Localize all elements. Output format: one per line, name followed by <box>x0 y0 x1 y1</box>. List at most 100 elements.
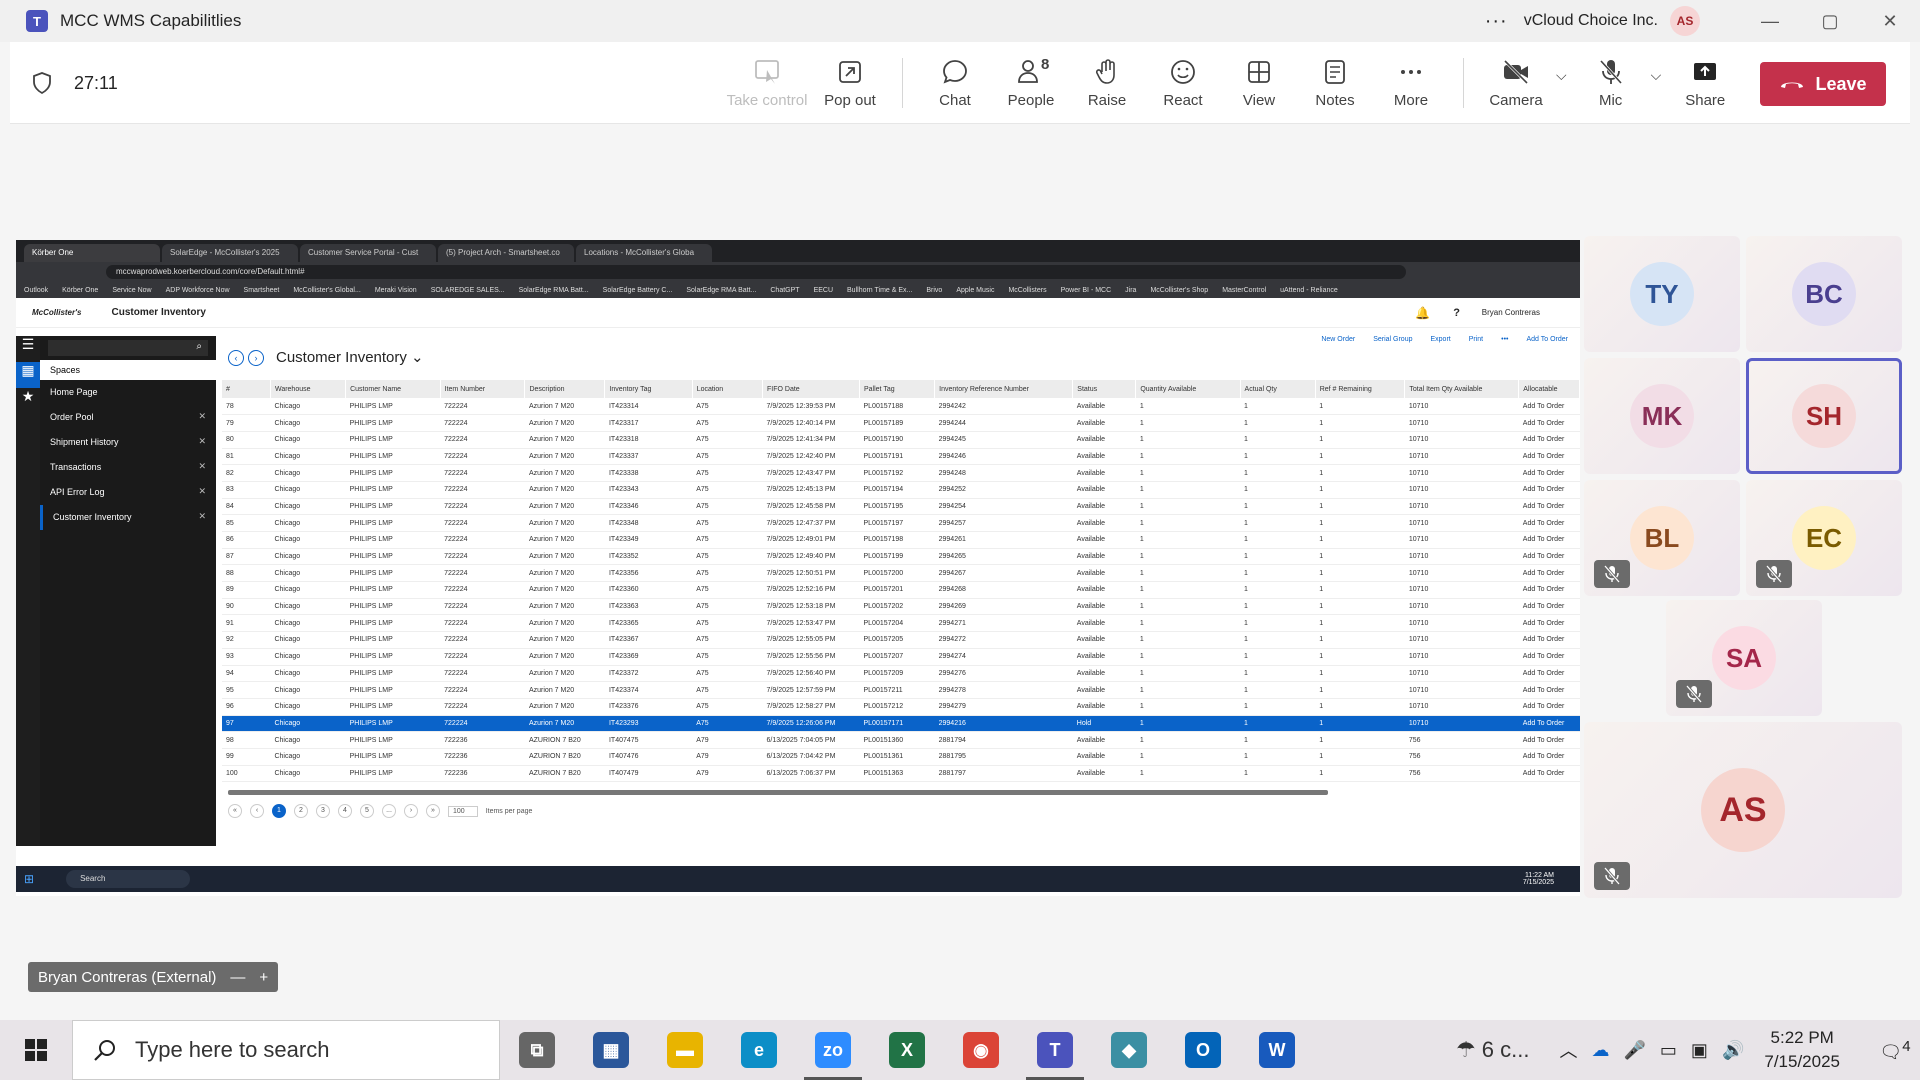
column-header[interactable]: Description <box>524 380 606 398</box>
hamburger-menu-icon[interactable]: ☰ <box>16 336 40 362</box>
close-icon[interactable]: ✕ <box>198 461 206 472</box>
close-icon[interactable]: ✕ <box>198 411 206 422</box>
page-number[interactable]: ... <box>382 804 396 818</box>
page-number[interactable]: 1 <box>272 804 286 818</box>
bookmark-link[interactable]: ADP Workforce Now <box>166 287 230 294</box>
raise-hand-button[interactable]: Raise <box>1069 58 1145 109</box>
apps-grid-icon[interactable]: ▦ <box>16 362 40 388</box>
column-header[interactable]: Inventory Reference Number <box>934 380 1074 398</box>
back-arrow-icon[interactable]: ‹ <box>228 350 244 366</box>
column-header[interactable]: Customer Name <box>345 380 441 398</box>
bookmark-link[interactable]: ChatGPT <box>770 287 799 294</box>
chat-button[interactable]: Chat <box>917 58 993 109</box>
bookmark-link[interactable]: EECU <box>814 287 833 294</box>
bell-icon[interactable]: 🔔 <box>1415 306 1430 320</box>
camera-button[interactable]: Camera <box>1478 58 1554 109</box>
zoom-taskbar-button[interactable]: zo <box>796 1020 870 1080</box>
leave-button[interactable]: Leave <box>1760 62 1886 106</box>
help-icon[interactable]: ? <box>1453 307 1460 319</box>
volume-icon[interactable]: 🔊 <box>1722 1040 1744 1061</box>
calculator-taskbar-button[interactable]: ▦ <box>574 1020 648 1080</box>
more-options-icon[interactable]: ··· <box>1485 10 1508 33</box>
close-icon[interactable]: ✕ <box>198 436 206 447</box>
column-header[interactable]: # <box>222 380 271 398</box>
bookmark-link[interactable]: MasterControl <box>1222 287 1266 294</box>
column-header[interactable]: Ref # Remaining <box>1315 380 1406 398</box>
bookmark-link[interactable]: Jira <box>1125 287 1136 294</box>
mic-button[interactable]: Mic <box>1573 58 1649 109</box>
page-number[interactable]: 4 <box>338 804 352 818</box>
star-icon[interactable]: ★ <box>16 388 40 414</box>
participant-tile[interactable]: AS <box>1584 722 1902 898</box>
page-title[interactable]: Customer Inventory ⌄ <box>276 348 424 366</box>
edge-taskbar-button[interactable]: e <box>722 1020 796 1080</box>
table-row[interactable]: 98 Chicago PHILIPS LMP 722236 AZURION 7 B20 I… <box>222 731 1580 749</box>
start-button[interactable] <box>0 1020 72 1080</box>
browser-tab[interactable]: Körber One <box>24 244 160 262</box>
bookmark-link[interactable]: uAttend - Reliance <box>1280 287 1338 294</box>
table-row[interactable]: 79 Chicago PHILIPS LMP 722224 Azurion 7 M20 I… <box>222 414 1580 432</box>
per-page-select[interactable]: 100 <box>448 805 478 817</box>
bookmark-link[interactable]: Bullhorn Time & Ex... <box>847 287 912 294</box>
file-explorer-taskbar-button[interactable]: ▬ <box>648 1020 722 1080</box>
column-header[interactable]: Pallet Tag <box>859 380 936 398</box>
horizontal-scrollbar[interactable] <box>228 790 1328 795</box>
bookmark-link[interactable]: SOLAREDGE SALES... <box>431 287 505 294</box>
nav-item[interactable]: Order Pool ✕ <box>40 405 216 430</box>
table-row[interactable]: 80 Chicago PHILIPS LMP 722224 Azurion 7 M20 I… <box>222 431 1580 449</box>
network-icon[interactable]: ▣ <box>1691 1040 1708 1061</box>
table-row[interactable]: 86 Chicago PHILIPS LMP 722224 Azurion 7 M20 I… <box>222 531 1580 549</box>
onedrive-cloud-icon[interactable]: ☁ <box>1591 1040 1609 1061</box>
nav-item[interactable]: Home Page <box>40 380 216 405</box>
page-number[interactable]: 5 <box>360 804 374 818</box>
diamond-app-taskbar-button[interactable]: ◆ <box>1092 1020 1166 1080</box>
table-row[interactable]: 81 Chicago PHILIPS LMP 722224 Azurion 7 M20 I… <box>222 448 1580 466</box>
nav-item[interactable]: Shipment History ✕ <box>40 430 216 455</box>
action-button[interactable]: Serial Group <box>1373 336 1412 343</box>
table-row[interactable]: 85 Chicago PHILIPS LMP 722224 Azurion 7 M20 I… <box>222 514 1580 532</box>
action-button[interactable]: Add To Order <box>1526 336 1568 343</box>
browser-tab[interactable]: (5) Project Arch - Smartsheet.co <box>438 244 574 262</box>
table-row[interactable]: 84 Chicago PHILIPS LMP 722224 Azurion 7 M20 I… <box>222 498 1580 516</box>
page-number[interactable]: 3 <box>316 804 330 818</box>
people-button[interactable]: 8 People <box>993 56 1069 109</box>
word-taskbar-button[interactable]: W <box>1240 1020 1314 1080</box>
column-header[interactable]: Allocatable <box>1518 380 1580 398</box>
participant-tile[interactable]: EC <box>1746 480 1902 596</box>
avatar[interactable]: AS <box>1670 6 1700 36</box>
column-header[interactable]: Quantity Available <box>1135 380 1241 398</box>
close-icon[interactable]: ✕ <box>198 486 206 497</box>
share-button[interactable]: Share <box>1667 58 1743 109</box>
maximize-button[interactable]: ▢ <box>1800 0 1860 42</box>
bookmark-link[interactable]: SolarEdge Battery C... <box>603 287 673 294</box>
notifications-icon[interactable]: 🗨4 <box>1870 1038 1920 1063</box>
spaces-header[interactable]: Spaces <box>40 360 216 380</box>
weather-widget[interactable]: ☂ 6 c... <box>1456 1037 1530 1063</box>
take-control-button[interactable]: Take control <box>722 58 812 109</box>
table-row[interactable]: 78 Chicago PHILIPS LMP 722224 Azurion 7 M20 I… <box>222 398 1580 416</box>
table-row[interactable]: 99 Chicago PHILIPS LMP 722236 AZURION 7 B20 I… <box>222 748 1580 766</box>
column-header[interactable]: Item Number <box>440 380 526 398</box>
pager-nav-icon[interactable]: « <box>228 804 242 818</box>
participant-tile[interactable]: SH <box>1746 358 1902 474</box>
column-header[interactable]: Total Item Qty Available <box>1404 380 1520 398</box>
taskbar-search-input[interactable]: Type here to search <box>72 1020 500 1080</box>
zoom-in-icon[interactable]: + <box>259 969 268 986</box>
react-button[interactable]: React <box>1145 58 1221 109</box>
table-row[interactable]: 89 Chicago PHILIPS LMP 722224 Azurion 7 M20 I… <box>222 581 1580 599</box>
outlook-taskbar-button[interactable]: O <box>1166 1020 1240 1080</box>
url-field[interactable]: mccwaprodweb.koerbercloud.com/core/Defau… <box>106 265 1406 279</box>
chrome-taskbar-button[interactable]: ◉ <box>944 1020 1018 1080</box>
column-header[interactable]: Status <box>1072 380 1137 398</box>
table-row[interactable]: 95 Chicago PHILIPS LMP 722224 Azurion 7 M20 I… <box>222 681 1580 699</box>
teams-taskbar-button[interactable]: T <box>1018 1020 1092 1080</box>
participant-tile[interactable]: BC <box>1746 236 1902 352</box>
participant-tile[interactable]: TY <box>1584 236 1740 352</box>
pager-nav-icon[interactable]: ‹ <box>250 804 264 818</box>
bookmark-link[interactable]: SolarEdge RMA Batt... <box>686 287 756 294</box>
table-row[interactable]: 94 Chicago PHILIPS LMP 722224 Azurion 7 M20 I… <box>222 665 1580 683</box>
bookmark-link[interactable]: Körber One <box>62 287 98 294</box>
table-row[interactable]: 100 Chicago PHILIPS LMP 722236 AZURION 7 B20… <box>222 765 1580 783</box>
nav-item[interactable]: Transactions ✕ <box>40 455 216 480</box>
bookmark-link[interactable]: McCollister's Shop <box>1150 287 1208 294</box>
